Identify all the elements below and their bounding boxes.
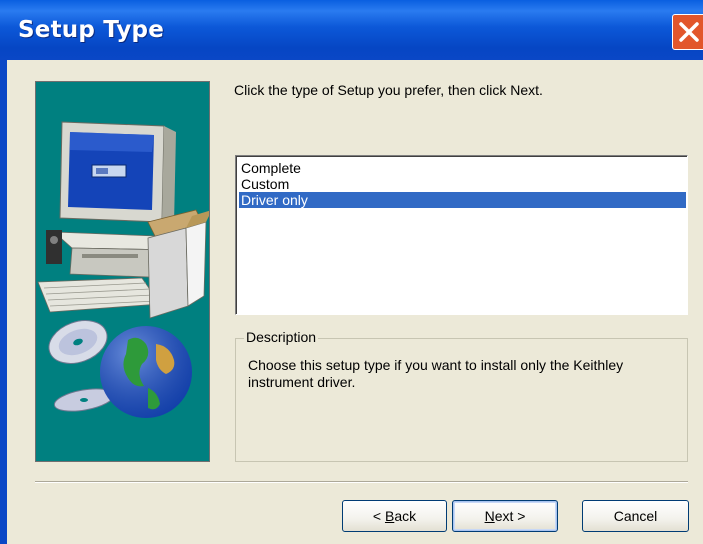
next-button[interactable]: Next > <box>452 500 558 532</box>
window-title: Setup Type <box>18 17 165 43</box>
cancel-button[interactable]: Cancel <box>582 500 689 532</box>
close-x-icon <box>679 22 699 42</box>
next-mnemonic: N <box>484 508 495 524</box>
description-label: Description <box>244 329 319 345</box>
instruction-text: Click the type of Setup you prefer, then… <box>234 82 543 98</box>
computer-globe-illustration <box>37 121 209 418</box>
setup-type-list[interactable]: Complete Custom Driver only <box>235 155 688 315</box>
list-item-complete[interactable]: Complete <box>239 160 686 176</box>
list-item-driver-only[interactable]: Driver only <box>239 192 686 208</box>
back-mnemonic: B <box>384 508 395 524</box>
back-prefix: < <box>372 508 385 524</box>
back-rest: ack <box>394 508 417 524</box>
close-button[interactable] <box>672 14 703 50</box>
description-text: Choose this setup type if you want to in… <box>248 357 624 390</box>
next-rest: ext > <box>494 508 526 524</box>
window-frame <box>0 60 7 544</box>
back-button[interactable]: < Back <box>342 500 447 532</box>
list-item-custom[interactable]: Custom <box>239 176 686 192</box>
separator <box>35 481 688 483</box>
title-bar: Setup Type <box>0 0 703 60</box>
setup-illustration <box>35 81 210 462</box>
